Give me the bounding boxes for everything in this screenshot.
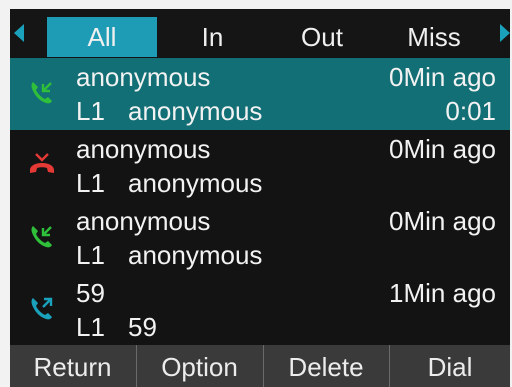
- caller-name: anonymous: [76, 134, 211, 164]
- line-label: L1: [76, 240, 105, 270]
- caller-name: 59: [76, 278, 105, 308]
- call-record-row[interactable]: 59 1Min ago L1 59: [10, 274, 510, 346]
- phone-outgoing-icon: [28, 294, 56, 322]
- caller-number: anonymous: [128, 168, 263, 198]
- phone-incoming-icon: [28, 78, 56, 106]
- delete-softkey[interactable]: Delete: [264, 345, 388, 387]
- return-softkey[interactable]: Return: [10, 345, 135, 387]
- tab-right-arrow-icon[interactable]: [500, 24, 510, 42]
- tab-in[interactable]: In: [160, 17, 265, 57]
- tab-out[interactable]: Out: [268, 17, 376, 57]
- call-record-row[interactable]: anonymous 0Min ago L1 anonymous: [10, 202, 510, 274]
- caller-name: anonymous: [76, 62, 211, 92]
- call-time: 1Min ago: [389, 278, 496, 308]
- option-softkey[interactable]: Option: [137, 345, 262, 387]
- call-time: 0Min ago: [389, 206, 496, 236]
- caller-number: anonymous: [128, 240, 263, 270]
- call-record-row[interactable]: anonymous 0Min ago L1 anonymous 0:01: [10, 58, 510, 130]
- line-label: L1: [76, 96, 105, 126]
- softkey-bar: Return Option Delete Dial: [10, 345, 510, 387]
- caller-number: 59: [128, 312, 157, 342]
- phone-incoming-icon: [28, 222, 56, 250]
- tab-all[interactable]: All: [47, 17, 157, 57]
- phone-missed-icon: [28, 150, 56, 178]
- caller-name: anonymous: [76, 206, 211, 236]
- call-duration: 0:01: [445, 96, 496, 126]
- call-time: 0Min ago: [389, 62, 496, 92]
- call-record-row[interactable]: anonymous 0Min ago L1 anonymous: [10, 130, 510, 202]
- caller-number: anonymous: [128, 96, 263, 126]
- filter-tab-bar: All In Out Miss: [10, 9, 510, 57]
- line-label: L1: [76, 312, 105, 342]
- tab-miss[interactable]: Miss: [380, 17, 488, 57]
- call-history-screen: All In Out Miss anonymous 0Min ago L1 an…: [10, 9, 510, 387]
- line-label: L1: [76, 168, 105, 198]
- call-time: 0Min ago: [389, 134, 496, 164]
- tab-left-arrow-icon[interactable]: [14, 24, 24, 42]
- dial-softkey[interactable]: Dial: [390, 345, 510, 387]
